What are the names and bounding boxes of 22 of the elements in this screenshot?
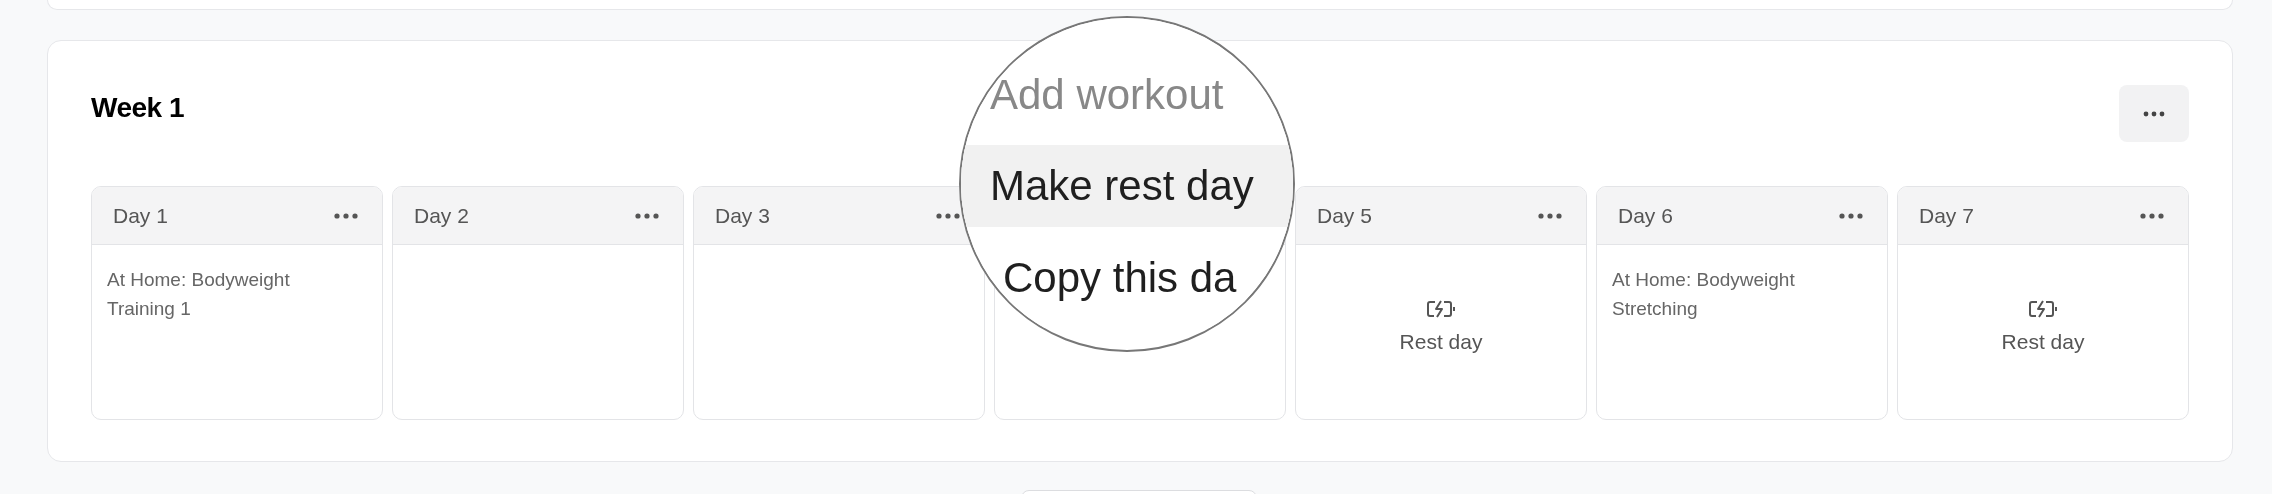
menu-item[interactable]: Copy this da [961,237,1293,319]
day-label: Day 1 [113,203,168,228]
more-icon[interactable] [2140,212,2164,219]
battery-charging-icon [1426,300,1456,318]
day-label: Day 3 [715,203,770,228]
week-title: Week 1 [91,91,184,124]
workout-link[interactable]: At Home: Bodyweight Stretching [1612,265,1822,323]
day-label: Day 2 [414,203,469,228]
more-icon[interactable] [936,212,960,219]
more-icon[interactable] [1538,212,1562,219]
day-label: Day 5 [1317,203,1372,228]
more-icon[interactable] [334,212,358,219]
day-label: Day 6 [1618,203,1673,228]
battery-charging-icon [2028,300,2058,318]
rest-day-label: Rest day [2001,330,2085,354]
more-icon[interactable] [1839,212,1863,219]
more-icon[interactable] [635,212,659,219]
menu-item[interactable]: Make rest day [961,145,1293,227]
workout-link[interactable]: At Home: Bodyweight Training 1 [107,265,317,323]
day-label: Day 7 [1919,203,1974,228]
more-icon [2143,110,2165,117]
rest-day-label: Rest day [1399,330,1483,354]
